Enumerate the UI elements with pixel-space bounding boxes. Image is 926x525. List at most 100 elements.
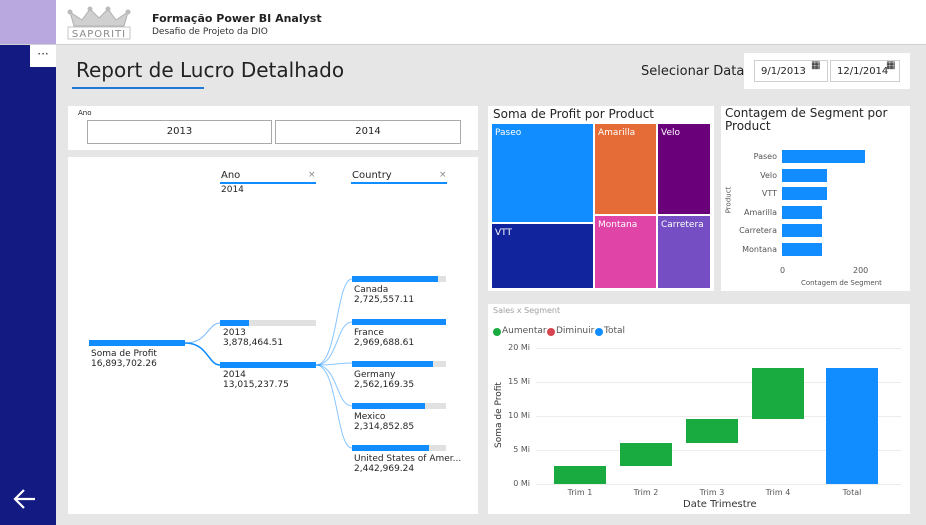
country-value: 2,314,852.85 <box>354 422 415 432</box>
x-tick: Trim 4 <box>765 488 791 497</box>
level-header-country: Country <box>352 170 392 181</box>
root-bar[interactable] <box>89 340 185 346</box>
y-tick: 10 Mi <box>508 411 530 420</box>
x-tick: Trim 3 <box>699 488 725 497</box>
x-tick: Total <box>842 488 862 497</box>
x-tick: Trim 2 <box>633 488 659 497</box>
year-label: 2013 <box>223 328 246 338</box>
gridline <box>536 348 901 349</box>
level-selected-value: 2014 <box>221 185 244 195</box>
tile-label: Carretera <box>661 220 704 230</box>
calendar-icon[interactable]: ▦ <box>886 60 895 71</box>
tile-label: Montana <box>598 220 638 230</box>
slicer-option-2014[interactable]: 2014 <box>275 120 461 144</box>
year-value: 13,015,237.75 <box>223 380 289 390</box>
close-icon[interactable]: × <box>308 170 316 180</box>
calendar-icon[interactable]: ▦ <box>811 60 820 71</box>
end-date-value: 12/1/2014 <box>837 66 889 77</box>
segment-bar[interactable] <box>782 150 865 163</box>
country-value: 2,725,557.11 <box>354 295 415 305</box>
category-label: Carretera <box>739 226 777 235</box>
treemap-card: Soma de Profit por Product Paseo Amarill… <box>488 106 714 291</box>
waterfall-bar[interactable] <box>752 368 804 420</box>
country-bar[interactable] <box>352 403 425 409</box>
left-nav <box>0 45 56 525</box>
header-accent <box>0 0 56 44</box>
waterfall-xlabel: Date Trimestre <box>683 499 757 510</box>
legend-diminuir[interactable]: Diminuir <box>556 326 594 336</box>
waterfall-bar[interactable] <box>554 465 606 484</box>
y-tick: 0 Mi <box>513 479 530 488</box>
country-label: Canada <box>354 285 389 295</box>
app-title: Formação Power BI Analyst <box>152 12 322 25</box>
x-tick: Trim 1 <box>567 488 593 497</box>
title-underline <box>72 87 204 89</box>
treemap-tile-vtt[interactable]: VTT <box>491 223 594 289</box>
logo-text: SAPORITI <box>71 29 127 40</box>
treemap-tile-montana[interactable]: Montana <box>594 215 657 289</box>
waterfall-title: Sales x Segment <box>493 306 561 315</box>
year-bar[interactable] <box>220 320 249 326</box>
treemap-tile-velo[interactable]: Velo <box>657 123 711 215</box>
arrow-left-icon[interactable] <box>10 484 40 514</box>
top-bar <box>0 0 926 45</box>
y-tick: 20 Mi <box>508 343 530 352</box>
slicer-option-2013[interactable]: 2013 <box>87 120 272 144</box>
legend-dot-diminuir <box>547 328 555 336</box>
legend-dot-aumentar <box>493 328 501 336</box>
segment-xlabel: Contagem de Segment <box>801 279 882 287</box>
slicer-title: Ano <box>78 109 92 117</box>
tile-label: Velo <box>661 128 681 138</box>
start-date-value: 9/1/2013 <box>761 66 806 77</box>
country-label: France <box>354 328 384 338</box>
x-tick: 0 <box>780 266 786 275</box>
segment-bar[interactable] <box>782 205 822 219</box>
country-bar[interactable] <box>352 276 438 282</box>
gridline <box>536 484 901 485</box>
country-bar[interactable] <box>352 361 433 367</box>
segment-chart-title: Contagem de Segment por Product <box>725 106 888 133</box>
decomposition-tree: Ano × 2014 Country × Soma de Profit 16,8… <box>68 157 478 514</box>
y-tick: 5 Mi <box>513 445 530 454</box>
legend-total[interactable]: Total <box>604 326 625 336</box>
root-value: 16,893,702.26 <box>91 359 157 369</box>
treemap-title: Soma de Profit por Product <box>493 107 655 121</box>
tile-label: VTT <box>495 228 512 238</box>
year-label: 2014 <box>223 370 246 380</box>
country-bar[interactable] <box>352 445 429 451</box>
close-icon[interactable]: × <box>439 170 447 180</box>
waterfall-bar[interactable] <box>826 368 878 484</box>
segment-bar[interactable] <box>782 224 822 237</box>
waterfall-bar[interactable] <box>686 419 738 444</box>
segment-bar[interactable] <box>782 242 822 256</box>
segment-bar[interactable] <box>782 187 828 200</box>
treemap-tile-carretera[interactable]: Carretera <box>657 215 711 289</box>
legend-dot-total <box>595 328 603 336</box>
country-label: United States of Amer... <box>354 454 462 464</box>
waterfall-card: Sales x Segment Aumentar Diminuir Total … <box>488 304 910 514</box>
more-options-button[interactable]: ··· <box>30 45 56 67</box>
legend-aumentar[interactable]: Aumentar <box>502 326 547 336</box>
segment-bar[interactable] <box>782 168 828 182</box>
country-value: 2,969,688.61 <box>354 338 415 348</box>
level-header-ano: Ano <box>221 170 241 181</box>
tile-label: Amarilla <box>598 128 636 138</box>
category-label: Amarilla <box>743 207 777 217</box>
tile-label: Paseo <box>495 128 522 138</box>
category-label: Paseo <box>753 152 777 161</box>
app-subtitle: Desafio de Projeto da DIO <box>152 27 268 37</box>
page-title: Report de Lucro Detalhado <box>76 58 345 82</box>
year-bar[interactable] <box>220 362 316 368</box>
country-bar[interactable] <box>352 319 446 325</box>
country-value: 2,442,969.24 <box>354 464 415 474</box>
year-value: 3,878,464.51 <box>223 338 284 348</box>
treemap-tile-amarilla[interactable]: Amarilla <box>594 123 657 215</box>
waterfall-bar[interactable] <box>620 443 672 466</box>
country-value: 2,562,169.35 <box>354 380 415 390</box>
category-label: VTT <box>761 189 777 198</box>
header-underline <box>220 182 316 184</box>
root-label: Soma de Profit <box>91 349 157 359</box>
treemap-tile-paseo[interactable]: Paseo <box>491 123 594 223</box>
country-label: Mexico <box>354 412 386 422</box>
segment-bar-chart: Contagem de Segment por Product Product … <box>721 106 910 291</box>
